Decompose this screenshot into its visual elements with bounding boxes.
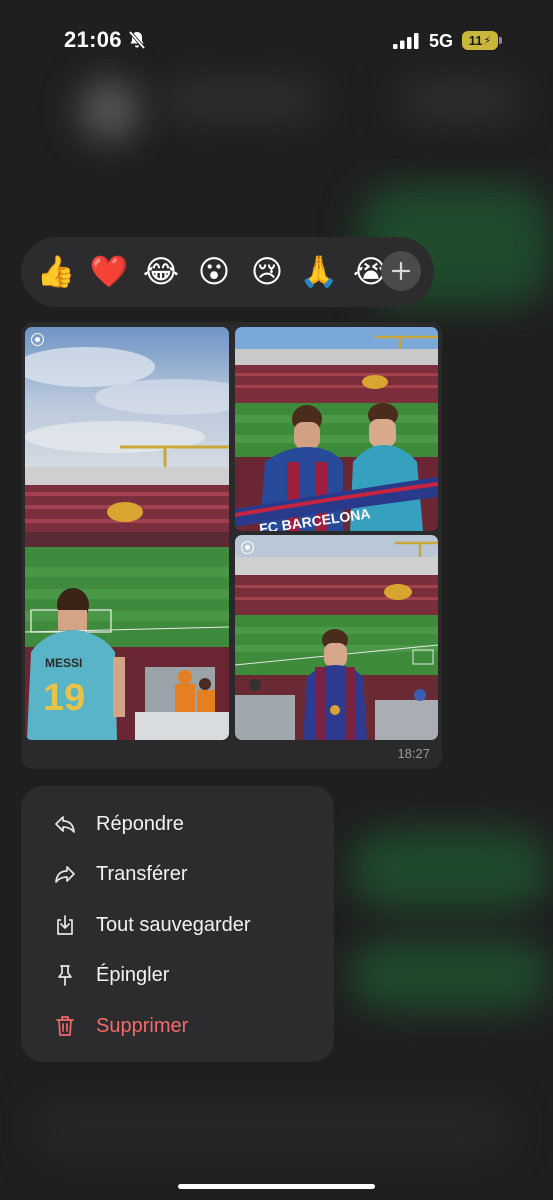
battery-indicator: 11 ⚡ [462,31,502,50]
menu-item-save-all[interactable]: Tout sauvegarder [21,901,334,949]
menu-item-forward[interactable]: Transférer [21,850,334,898]
reply-icon [55,816,75,833]
menu-item-label: Supprimer [96,1014,189,1037]
blurred-sent-message [350,940,550,1010]
blurred-sent-message [350,830,550,910]
forward-icon [55,866,75,883]
menu-item-reply[interactable]: Répondre [21,800,334,848]
live-photo-icon [241,541,254,554]
network-type: 5G [429,31,454,51]
menu-item-label: Épingler [96,963,170,986]
reaction-surprised[interactable]: 😮 [194,254,234,290]
reaction-laughing[interactable]: 😂 [141,254,181,290]
menu-item-label: Transférer [96,862,188,885]
more-reactions-button[interactable] [381,251,421,291]
pin-icon [58,965,72,986]
home-indicator[interactable] [178,1184,375,1189]
jersey-number-text: 19 [43,677,85,719]
reaction-thumbs-up[interactable]: 👍 [36,254,76,290]
photo-message-bubble[interactable]: MESSI 19 FC BARCELONA 18:27 [21,322,442,769]
charging-bolt-icon: ⚡ [483,35,492,47]
photo-stadium-messi-jersey[interactable]: MESSI 19 [25,327,229,740]
reaction-bar: 👍 ❤️ 😂 😮 😢 🙏 😭 [21,237,434,307]
status-bar: 21:06 5G 11 ⚡ [0,0,553,84]
trash-icon [56,1016,74,1036]
context-menu: Répondre Transférer Tout sauvegarder Épi… [21,786,334,1062]
menu-item-delete[interactable]: Supprimer [21,1002,334,1050]
menu-item-pin[interactable]: Épingler [21,951,334,999]
battery-level: 11 [468,33,483,48]
photo-two-fans-scarf[interactable]: FC BARCELONA [235,327,438,531]
reaction-sad[interactable]: 😢 [247,254,287,290]
menu-item-label: Répondre [96,812,184,835]
plus-icon [391,261,411,281]
signal-icon [393,33,419,49]
silent-bell-icon [128,30,146,50]
blurred-input-bar [30,1100,510,1160]
reaction-praying-hands[interactable]: 🙏 [299,254,339,290]
photo-fan-pitch[interactable] [235,535,438,740]
jersey-name-text: MESSI [45,656,82,670]
blurred-avatar [80,80,140,140]
live-photo-icon [31,333,44,346]
download-icon [57,915,73,935]
menu-item-label: Tout sauvegarder [96,913,251,936]
reaction-heart[interactable]: ❤️ [89,254,129,290]
blurred-header-right [400,80,520,120]
status-time: 21:06 [64,27,122,52]
message-timestamp: 18:27 [397,746,430,761]
blurred-header [160,80,320,120]
